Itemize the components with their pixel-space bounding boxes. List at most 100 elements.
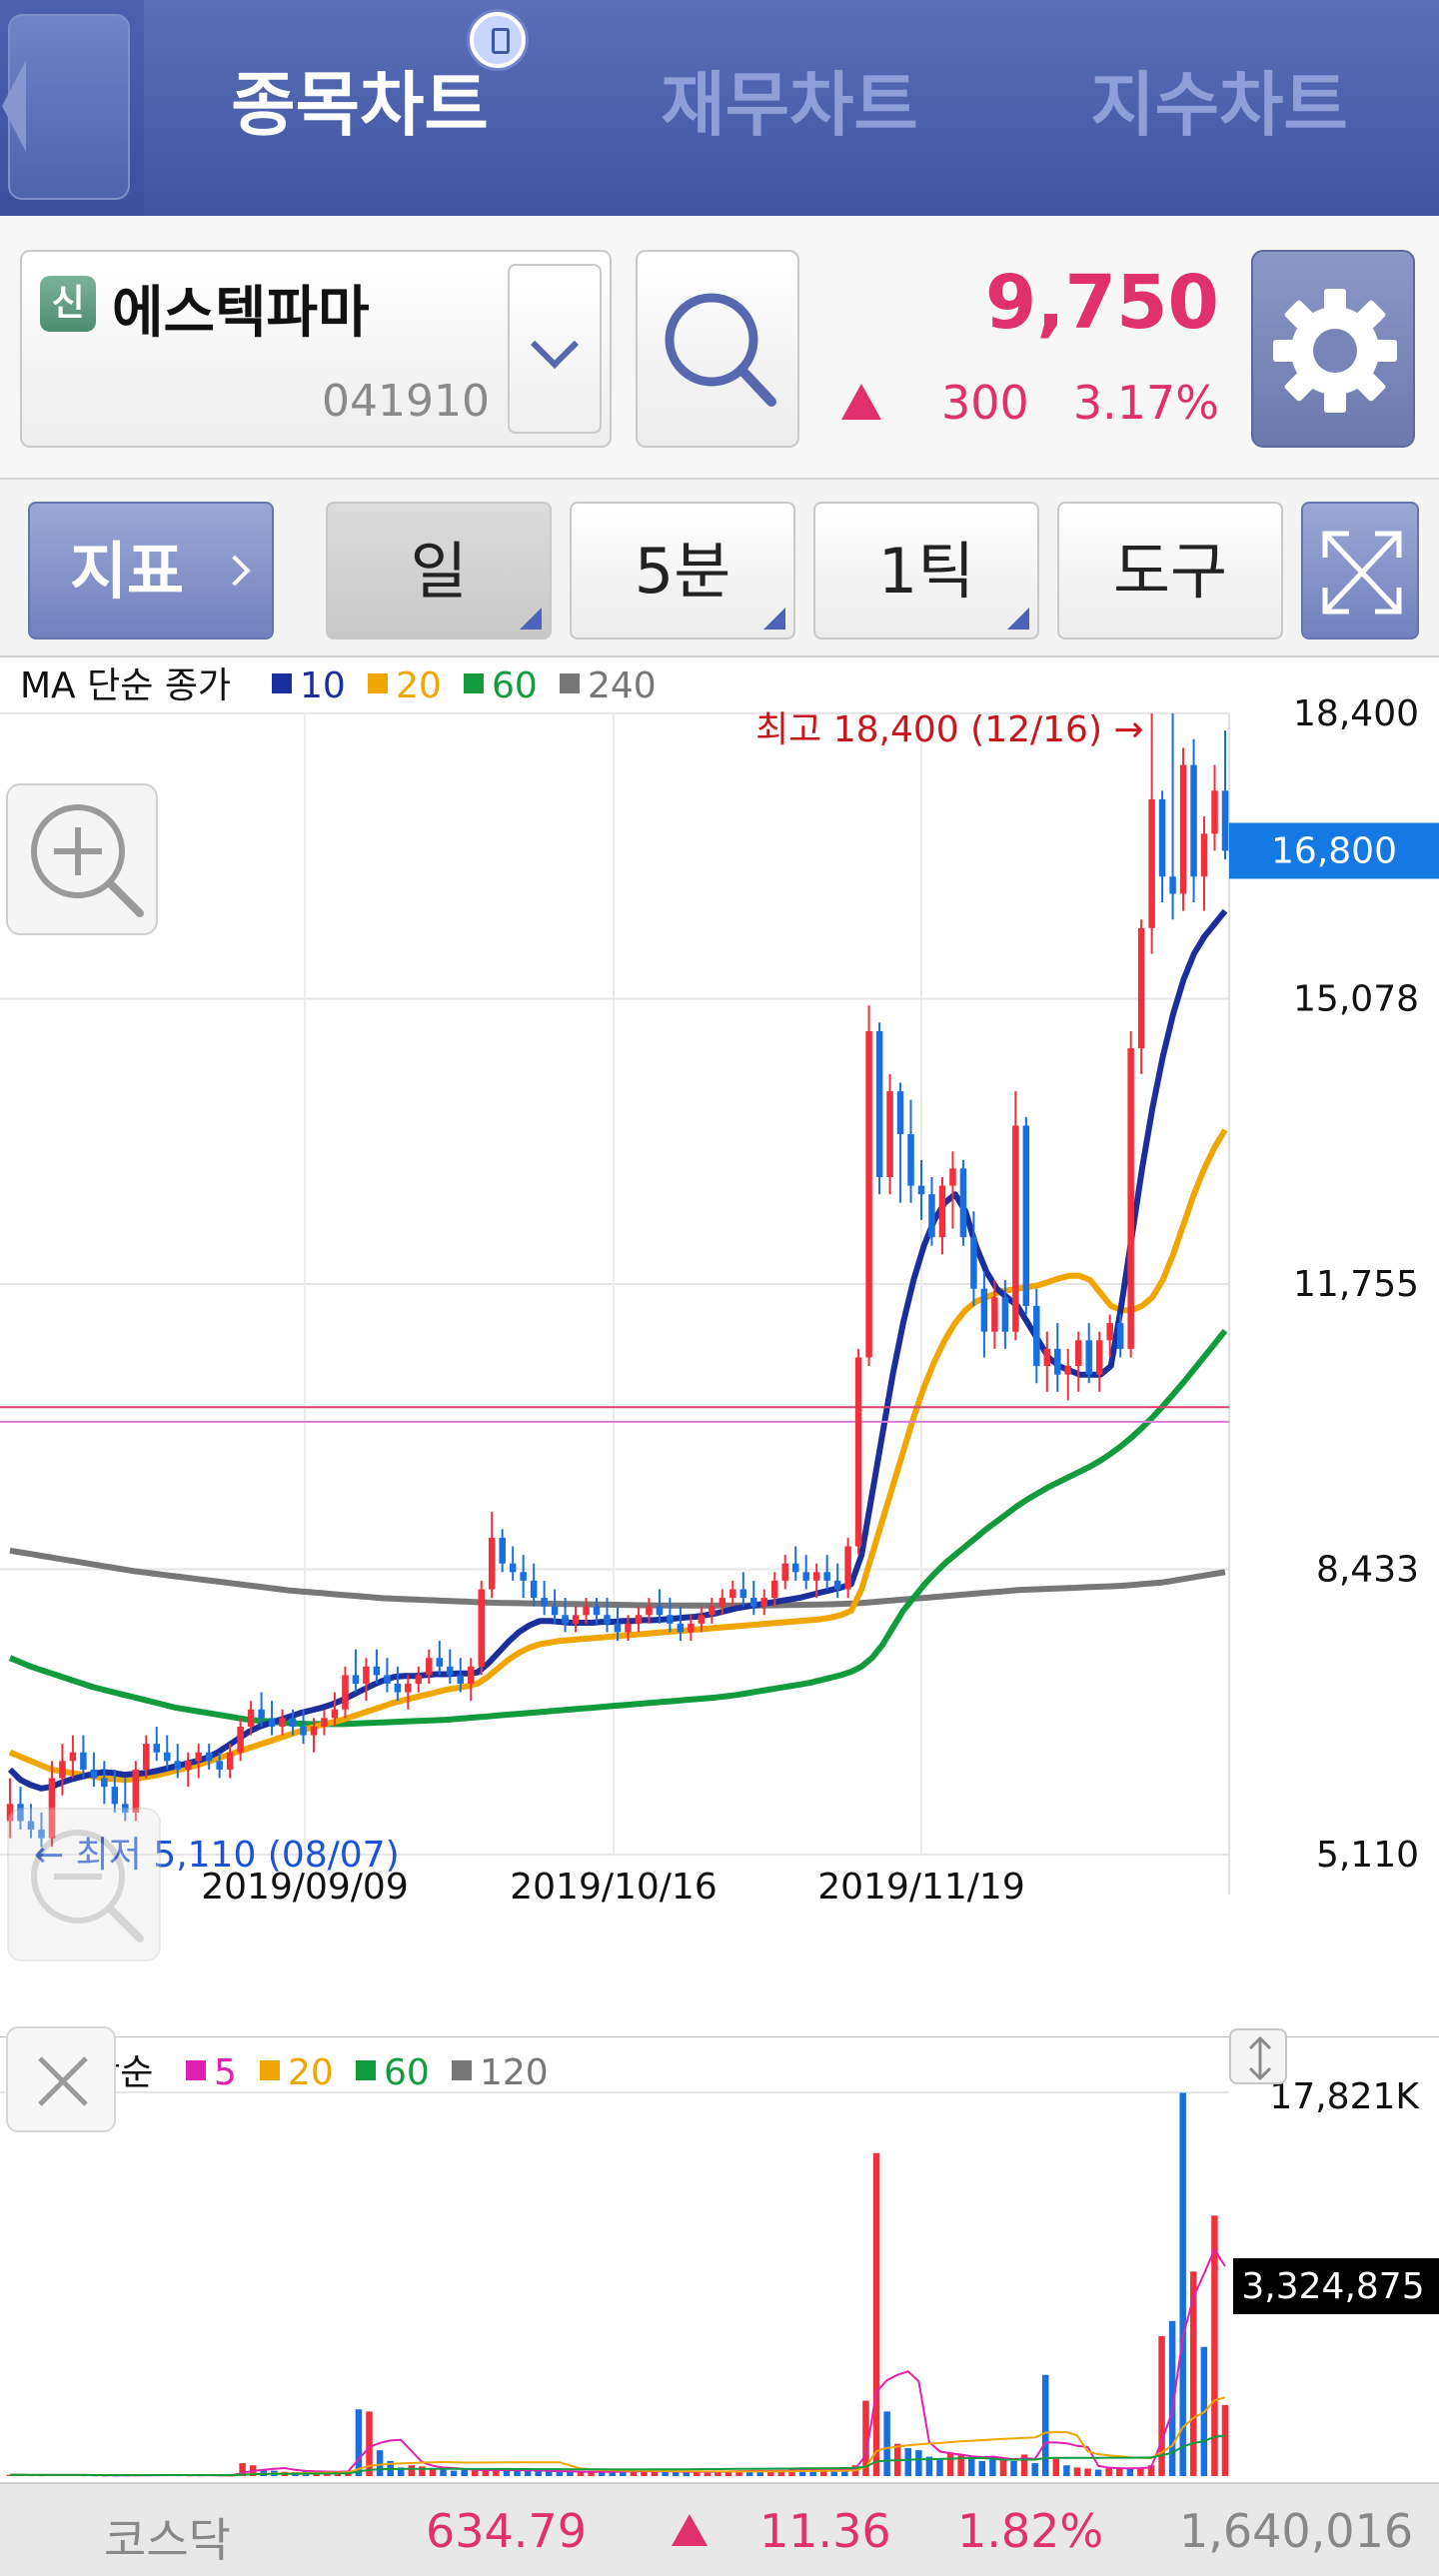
candle-body: [447, 1666, 454, 1676]
candle-body: [101, 1778, 108, 1788]
legend-swatch: [186, 2060, 206, 2080]
candle-body: [833, 1580, 841, 1590]
candle-body: [1033, 1305, 1040, 1367]
candle-body: [310, 1726, 318, 1736]
stock-selector[interactable]: 신 에스텍파마 041910: [20, 250, 612, 448]
candle-body: [1116, 1323, 1124, 1349]
volume-bar: [1063, 2465, 1070, 2476]
candle-body: [991, 1297, 998, 1332]
volume-legend: 5 20 60 120: [186, 2052, 549, 2093]
candle-body: [907, 1134, 914, 1186]
zoom-in-button[interactable]: [6, 783, 158, 935]
date-tick-label: 2019/10/16: [510, 1867, 718, 1908]
fullscreen-button[interactable]: [1301, 502, 1419, 640]
volume-chart[interactable]: MA 단순 52060120 17,821K 3,324,875: [0, 2036, 1439, 2482]
volume-bar: [1094, 2469, 1102, 2476]
volume-bar: [1031, 2463, 1038, 2476]
candle-body: [698, 1615, 706, 1624]
candle-body: [247, 1709, 255, 1727]
volume-bar: [472, 2470, 479, 2476]
volume-bar: [408, 2465, 416, 2476]
volume-bar: [662, 2471, 669, 2476]
chevron-right-icon: [219, 555, 251, 587]
ma20-line: [8, 1128, 1228, 1784]
settings-button[interactable]: [1251, 250, 1415, 448]
candle-body: [886, 1091, 893, 1178]
candle-body: [719, 1598, 726, 1607]
candle-body: [174, 1761, 181, 1770]
candle-body: [1022, 1125, 1030, 1306]
candle-body: [1200, 833, 1208, 877]
phone-rotate-icon[interactable]: [470, 12, 526, 68]
volume-bar: [1179, 2092, 1186, 2476]
vertical-resize-icon: [1248, 2035, 1272, 2081]
candle-body: [509, 1563, 517, 1573]
index-volume: 1,640,016: [1179, 2504, 1414, 2558]
candle-body: [80, 1752, 87, 1770]
gear-icon: [1273, 289, 1397, 413]
candle-body: [363, 1666, 370, 1685]
volume-bar: [872, 2152, 880, 2476]
candle-body: [750, 1598, 757, 1607]
expand-icon: [1322, 531, 1402, 615]
volume-bar: [1126, 2468, 1134, 2476]
candle-body: [143, 1744, 150, 1770]
stock-dropdown-button[interactable]: [508, 264, 602, 434]
volume-bar: [936, 2458, 943, 2476]
stock-info-row: 신 에스텍파마 041910 9,750 300 3.17%: [0, 216, 1439, 480]
candle-body: [415, 1675, 423, 1685]
close-indicator-button[interactable]: [6, 2026, 116, 2132]
price-change: 300: [941, 376, 1029, 430]
period-daily-button[interactable]: 일: [326, 502, 552, 640]
date-tick-label: 2019/11/19: [817, 1867, 1025, 1908]
tab-financial-chart[interactable]: 재무차트: [640, 40, 939, 170]
volume-bar: [1221, 2404, 1229, 2476]
volume-bar: [577, 2472, 585, 2476]
legend-label: 10: [300, 665, 346, 706]
candle-body: [426, 1658, 433, 1676]
period-tick-button[interactable]: 1틱: [813, 502, 1039, 640]
candle-body: [205, 1752, 213, 1762]
zoom-out-icon[interactable]: [6, 1807, 176, 1976]
volume-bar: [514, 2470, 521, 2476]
candle-body: [980, 1288, 988, 1332]
legend-label: 5: [214, 2052, 237, 2093]
tab-index-chart[interactable]: 지수차트: [1069, 40, 1369, 170]
candle-body: [457, 1675, 465, 1685]
tab-stock-chart[interactable]: 종목차트: [200, 40, 520, 170]
chart-area[interactable]: MA 단순 종가 10 20 60 240 18,400 15,078 11,755 8,4…: [0, 657, 1439, 2482]
price-grid: [0, 712, 1230, 1895]
candle-body: [488, 1537, 496, 1590]
candle-body: [1137, 927, 1145, 1049]
volume-bar: [546, 2471, 553, 2476]
volume-bar: [524, 2470, 532, 2476]
resize-panel-button[interactable]: [1229, 2028, 1287, 2084]
candle-body: [1211, 790, 1218, 834]
price-change-percent: 3.17%: [1072, 376, 1219, 430]
candle-body: [572, 1615, 580, 1624]
back-button[interactable]: [0, 0, 144, 216]
index-status-bar[interactable]: 코스닥 634.79 11.36 1.82% 1,640,016: [0, 2482, 1439, 2576]
candle-body: [781, 1563, 788, 1581]
volume-bar: [915, 2450, 922, 2476]
candle-body: [760, 1598, 768, 1607]
tools-button[interactable]: 도구: [1057, 502, 1283, 640]
chevron-down-icon: [530, 320, 580, 370]
candle-body: [352, 1675, 360, 1685]
period-5min-button[interactable]: 5분: [570, 502, 795, 640]
price-chart[interactable]: MA 단순 종가 10 20 60 240 18,400 15,078 11,755 8,4…: [0, 657, 1439, 2036]
candle-body: [938, 1185, 946, 1238]
indicator-button[interactable]: 지표: [28, 502, 274, 640]
candle-body: [896, 1091, 904, 1135]
index-name: 코스닥: [104, 2513, 231, 2567]
date-tick-label: 2019/09/09: [201, 1867, 409, 1908]
candle-body: [551, 1606, 559, 1616]
candle-body: [688, 1623, 695, 1633]
volume-max-label: 17,821K: [1269, 2076, 1420, 2117]
period-tick-label: 1틱: [877, 535, 975, 608]
candle-body: [614, 1623, 622, 1633]
candle-body: [1106, 1323, 1113, 1341]
volume-bar: [672, 2471, 680, 2476]
search-button[interactable]: [636, 250, 799, 448]
candle-body: [111, 1787, 119, 1805]
